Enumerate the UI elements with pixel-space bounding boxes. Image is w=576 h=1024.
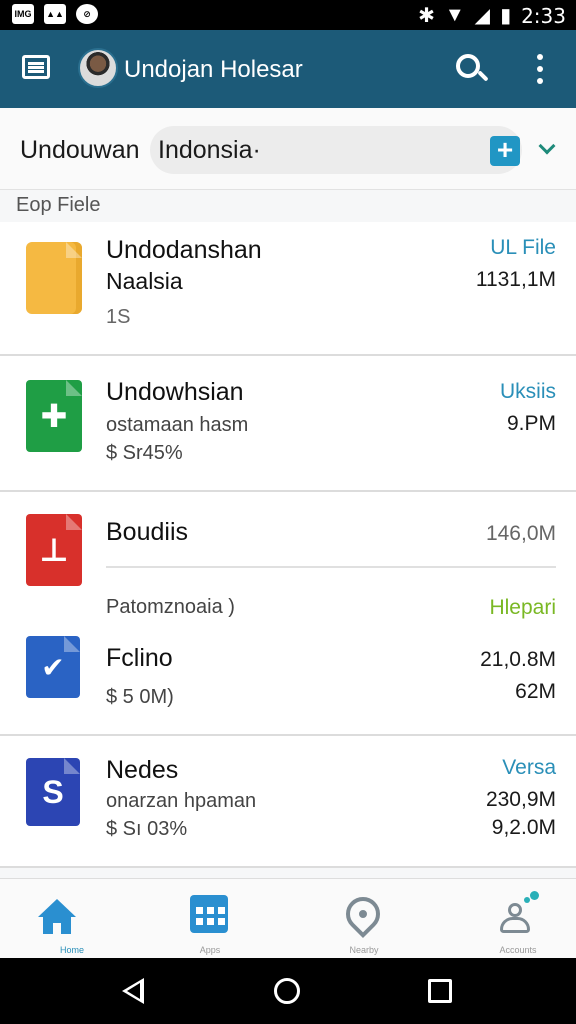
wifi-icon: ▼ — [444, 4, 465, 26]
file-name: Boudiis — [106, 518, 188, 546]
back-icon[interactable] — [122, 978, 144, 1004]
slides-icon: S — [26, 758, 80, 826]
nav-accounts[interactable]: Accounts — [0, 879, 539, 959]
search-row: Undouwan + — [0, 108, 576, 190]
more-vert-icon — [537, 54, 543, 60]
file-size: 1131,1M — [475, 268, 556, 291]
file-name: Undowhsian — [106, 378, 244, 406]
divider — [106, 566, 556, 568]
battery-icon: ▮ — [500, 5, 512, 27]
bluetooth-icon: ✱ — [418, 5, 435, 27]
chevron-down-icon[interactable] — [538, 138, 558, 158]
file-size: 9.PM — [506, 412, 556, 435]
search-button[interactable] — [452, 50, 490, 88]
folder-icon — [26, 242, 82, 314]
system-navigation-bar — [0, 958, 576, 1024]
recent-apps-icon[interactable] — [428, 979, 452, 1003]
app-bar: Undojan Holesar — [0, 30, 576, 108]
document-icon: ✔ — [26, 636, 80, 698]
file-list-item[interactable]: Undodanshan Naalsia 1S UL File 1131,1M — [0, 222, 576, 356]
search-icon — [456, 54, 480, 78]
file-meta: $ Sı 03% — [106, 818, 188, 840]
file-name: Nedes — [106, 756, 179, 784]
spreadsheet-icon: ✚ — [26, 380, 82, 452]
nav-label: Nearby — [349, 945, 379, 955]
signal-icon: ◢ — [474, 5, 491, 27]
people-icon — [500, 891, 539, 935]
status-bar: IMG ▲▲ ⊘ ✱ ▼ ◢ ▮ 2:33 — [0, 0, 576, 30]
file-subtitle: ostamaan hasm — [106, 414, 249, 436]
menu-button[interactable] — [22, 55, 52, 83]
home-circle-icon[interactable] — [274, 978, 300, 1004]
nav-label: Apps — [199, 945, 221, 955]
app-title: Undojan Holesar — [124, 56, 303, 83]
pdf-icon: ⊥ — [26, 514, 82, 586]
status-left-icons: IMG ▲▲ ⊘ — [12, 4, 98, 24]
file-type-link[interactable]: UL File — [490, 236, 556, 260]
nav-label: Accounts — [499, 945, 537, 955]
file-meta: $ Sr45% — [106, 442, 183, 464]
grid-icon — [190, 895, 228, 933]
more-options-button[interactable] — [532, 54, 548, 84]
file-name: Undodanshan — [106, 236, 262, 264]
location-pin-icon — [338, 889, 388, 939]
file-size-secondary: 62M — [515, 680, 556, 703]
file-list-item[interactable]: ⊥ Boudiis 146,0M Patomznoaia ) Hlepari ✔… — [0, 492, 576, 736]
section-title: Eop Fiele — [16, 194, 101, 216]
status-right-icons: ✱ ▼ ◢ ▮ 2:33 — [418, 3, 566, 28]
file-meta: $ 5 0M) — [106, 686, 174, 708]
scope-label[interactable]: Undouwan — [20, 136, 140, 165]
search-field[interactable]: + — [150, 126, 522, 174]
file-subtitle: onarzan hpaman — [106, 790, 257, 812]
bottom-navigation: Home Apps Nearby Accounts — [0, 878, 576, 958]
file-subtitle: Naalsia — [106, 268, 183, 294]
search-input[interactable] — [158, 135, 458, 165]
file-tag-link[interactable]: Hlepari — [489, 596, 556, 620]
file-meta: 1S — [106, 306, 131, 328]
file-list-item[interactable]: S Nedes onarzan hpaman $ Sı 03% Versa 23… — [0, 736, 576, 868]
add-button[interactable]: + — [490, 136, 520, 166]
gallery-icon: ▲▲ — [44, 4, 66, 24]
status-time: 2:33 — [521, 3, 566, 28]
compass-icon: ⊘ — [76, 4, 98, 24]
file-type-link[interactable]: Uksiis — [500, 380, 556, 404]
avatar[interactable] — [78, 48, 118, 88]
file-type-link[interactable]: Versa — [502, 756, 556, 780]
file-size-secondary: 9,2.0M — [491, 816, 556, 839]
file-subtitle: Patomznoaia ) — [106, 596, 235, 618]
file-list-item[interactable]: ✚ Undowhsian ostamaan hasm $ Sr45% Uksii… — [0, 356, 576, 492]
file-name: Fclino — [106, 644, 173, 672]
file-size: 21,0.8M — [480, 648, 556, 671]
menu-icon — [22, 55, 50, 79]
image-icon: IMG — [12, 4, 34, 24]
file-size: 230,9M — [485, 788, 556, 811]
file-size: 146,0M — [485, 522, 556, 545]
